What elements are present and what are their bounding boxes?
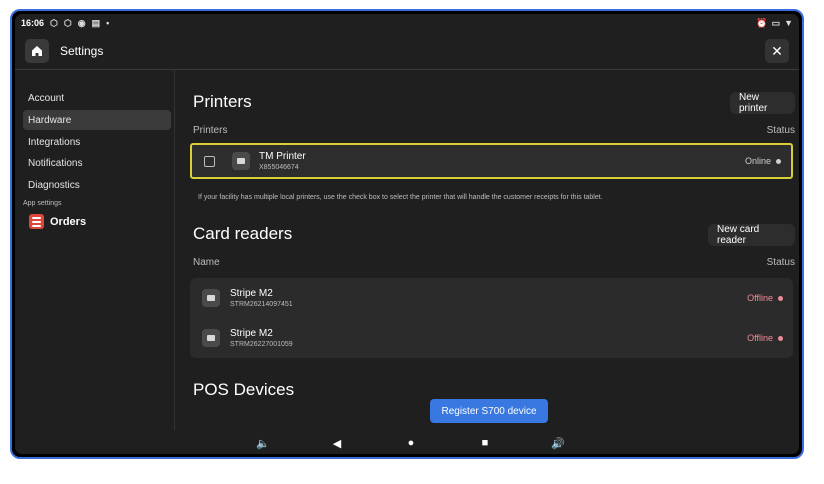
sidebar-item-account[interactable]: Account <box>23 88 171 108</box>
printer-icon: ▤ <box>91 17 101 28</box>
sidebar-item-label: Orders <box>50 215 87 228</box>
page-title: Settings <box>60 44 104 58</box>
printers-title: Printers <box>193 92 252 111</box>
home-nav-button[interactable]: ● <box>403 435 419 451</box>
app-icon-2: ⬡ <box>63 17 72 28</box>
card-readers-column-name: Name <box>193 257 220 268</box>
back-icon: ◀ <box>332 437 342 450</box>
sidebar-item-label: Account <box>28 92 65 104</box>
card-reader-serial: STRM26227001059 <box>230 341 293 348</box>
card-reader-serial: STRM26214097451 <box>230 301 293 308</box>
sidebar-item-notifications[interactable]: Notifications <box>23 153 171 173</box>
wifi-icon: ▼ <box>784 18 793 28</box>
status-label: Offline <box>747 333 773 343</box>
system-nav-bar: 🔈 ◀ ● ■ 🔊 <box>15 432 799 454</box>
recents-button[interactable]: ■ <box>477 435 493 451</box>
recents-icon: ■ <box>481 437 489 449</box>
close-button[interactable]: ✕ <box>765 39 789 63</box>
printer-status: Online <box>745 156 781 166</box>
volume-up-icon: 🔊 <box>551 437 565 450</box>
card-reader-icon <box>202 329 220 347</box>
home-button[interactable] <box>25 39 49 63</box>
sidebar-item-integrations[interactable]: Integrations <box>23 132 171 152</box>
dot-icon: • <box>106 18 110 28</box>
printers-column-name: Printers <box>193 125 228 136</box>
app-bar: Settings ✕ <box>15 32 799 70</box>
sidebar-item-label: Integrations <box>28 136 81 148</box>
card-reader-icon <box>202 289 220 307</box>
card-reader-name: Stripe M2 <box>230 328 273 339</box>
main-content: Printers New printer Printers Status TM … <box>183 70 795 430</box>
receipt-printer-checkbox[interactable] <box>204 156 215 167</box>
printer-row[interactable]: TM Printer X855046674 Online <box>190 143 793 179</box>
printer-icon <box>232 152 250 170</box>
volume-down-icon: 🔈 <box>256 437 270 450</box>
close-icon: ✕ <box>771 42 783 59</box>
alarm-icon: ⏰ <box>756 17 768 28</box>
card-reader-list: Stripe M2 STRM26214097451 Offline Stripe… <box>190 278 793 358</box>
sidebar-item-label: Diagnostics <box>28 179 80 191</box>
card-reader-status: Offline <box>747 293 783 303</box>
shield-icon: ◉ <box>77 17 86 28</box>
new-printer-button[interactable]: New printer <box>730 92 795 114</box>
home-circle-icon: ● <box>407 437 415 449</box>
status-label: Online <box>744 156 771 166</box>
printer-name: TM Printer <box>259 151 306 162</box>
device-frame: 16:06 ⬡ ⬡ ◉ ▤ • ⏰ ▭ ▼ Settings ✕ Account… <box>10 9 804 459</box>
new-card-reader-button[interactable]: New card reader <box>708 224 795 246</box>
sidebar-item-label: Hardware <box>28 114 72 126</box>
sidebar-item-label: Notifications <box>28 157 83 169</box>
status-dot-icon <box>778 335 783 341</box>
sidebar-item-orders[interactable]: Orders <box>29 214 86 229</box>
sidebar: Account Hardware Integrations Notificati… <box>15 70 175 430</box>
card-reader-name: Stripe M2 <box>230 288 273 299</box>
home-icon <box>32 46 42 56</box>
sidebar-item-hardware[interactable]: Hardware <box>23 110 171 130</box>
battery-icon: ▭ <box>771 17 781 28</box>
volume-up-button[interactable]: 🔊 <box>550 435 566 451</box>
status-dot-icon <box>776 158 781 164</box>
sidebar-item-diagnostics[interactable]: Diagnostics <box>23 175 171 195</box>
status-bar: 16:06 ⬡ ⬡ ◉ ▤ • ⏰ ▭ ▼ <box>15 14 799 32</box>
card-reader-row[interactable]: Stripe M2 STRM26214097451 Offline <box>190 278 793 318</box>
status-dot-icon <box>778 295 783 301</box>
register-s700-button[interactable]: Register S700 device <box>430 399 548 423</box>
back-button[interactable]: ◀ <box>329 435 345 451</box>
tablet-screen: 16:06 ⬡ ⬡ ◉ ▤ • ⏰ ▭ ▼ Settings ✕ Account… <box>15 14 799 454</box>
pos-devices-title: POS Devices <box>193 380 295 399</box>
status-time: 16:06 <box>21 18 45 28</box>
orders-icon <box>29 214 44 229</box>
card-readers-title: Card readers <box>193 224 293 243</box>
status-label: Offline <box>747 293 773 303</box>
printer-serial: X855046674 <box>259 164 299 171</box>
card-reader-row[interactable]: Stripe M2 STRM26227001059 Offline <box>190 318 793 358</box>
app-icon-1: ⬡ <box>50 17 58 28</box>
card-readers-column-status: Status <box>766 257 795 268</box>
printers-column-status: Status <box>766 125 795 136</box>
app-settings-label: App settings <box>23 200 62 207</box>
volume-down-button[interactable]: 🔈 <box>255 435 271 451</box>
printer-hint-text: If your facility has multiple local prin… <box>198 194 603 201</box>
card-reader-status: Offline <box>747 333 783 343</box>
